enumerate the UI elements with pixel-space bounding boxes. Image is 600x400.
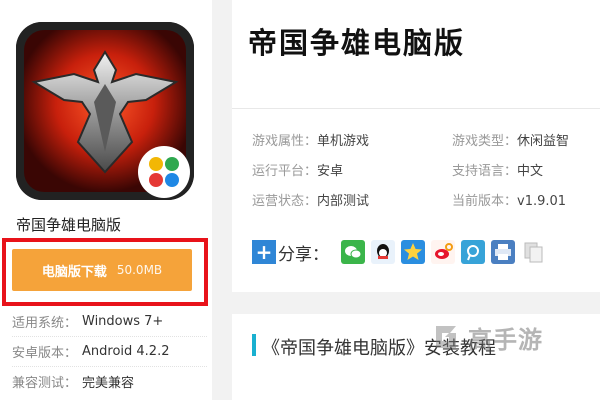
download-label: 电脑版下载: [41, 264, 107, 280]
attr-key: 当前版本：: [452, 194, 518, 209]
attr-key: 游戏类型：: [452, 134, 518, 149]
app-sidebar-card: 帝国争雄电脑版 电脑版下载 50.0MB 适用系统： Windows 7+ 安卓…: [0, 0, 212, 400]
app-name: 帝国争雄电脑版: [16, 216, 122, 234]
wechat-icon[interactable]: [341, 240, 365, 264]
spec-key: 安卓版本：: [12, 346, 78, 361]
spec-list: 适用系统： Windows 7+ 安卓版本： Android 4.2.2 兼容测…: [12, 306, 207, 396]
attr-key: 运行平台：: [252, 164, 318, 179]
share-label: 分享：: [278, 244, 329, 265]
download-size: 50.0MB: [116, 263, 163, 277]
attr-language: 支持语言：中文: [452, 160, 543, 179]
share-plus-icon[interactable]: +: [252, 240, 276, 264]
watermark-logo-icon: [436, 326, 456, 348]
qzone-icon[interactable]: [401, 240, 425, 264]
attr-key: 支持语言：: [452, 164, 518, 179]
spec-key: 适用系统：: [12, 315, 78, 331]
print-icon[interactable]: [491, 240, 515, 264]
divider: [232, 108, 600, 109]
spec-value: 完美兼容: [82, 376, 135, 391]
page-title: 帝国争雄电脑版: [248, 26, 466, 60]
attr-game-type: 游戏类型：休闲益智: [452, 130, 569, 149]
qq-icon[interactable]: [371, 240, 395, 264]
attr-key: 游戏属性：: [252, 134, 318, 149]
spec-value: Android 4.2.2: [82, 344, 170, 359]
spec-row-android: 安卓版本： Android 4.2.2: [12, 336, 207, 366]
spec-row-compat: 兼容测试： 完美兼容: [12, 366, 207, 396]
attr-game-property: 游戏属性：单机游戏: [252, 130, 369, 149]
attr-version: 当前版本：v1.9.01: [452, 190, 566, 209]
weibo-icon[interactable]: [431, 240, 455, 264]
attr-value: 单机游戏: [317, 134, 370, 149]
watermark-text: 高手游: [468, 325, 543, 354]
download-button[interactable]: 电脑版下载 50.0MB: [12, 249, 192, 291]
tencent-weibo-icon[interactable]: [461, 240, 485, 264]
app-info-card: 帝国争雄电脑版 游戏属性：单机游戏 游戏类型：休闲益智 运行平台：安卓 支持语言…: [232, 0, 600, 292]
tutorial-section: 《帝国争雄电脑版》安装教程 高手游: [232, 314, 600, 400]
section-accent-bar: [252, 334, 256, 356]
watermark: 高手游: [432, 318, 592, 356]
attr-key: 运营状态：: [252, 194, 318, 209]
copy-icon[interactable]: [521, 240, 545, 264]
spec-key: 兼容测试：: [12, 376, 78, 391]
attr-status: 运营状态：内部测试: [252, 190, 369, 209]
spec-value: Windows 7+: [82, 313, 164, 329]
attr-value: 休闲益智: [517, 134, 570, 149]
app-icon: [16, 22, 194, 200]
spec-row-os: 适用系统： Windows 7+: [12, 306, 207, 336]
attr-value: 中文: [517, 164, 544, 179]
attr-platform: 运行平台：安卓: [252, 160, 343, 179]
attr-value: 内部测试: [317, 194, 370, 209]
attr-value: v1.9.01: [517, 194, 567, 209]
attr-value: 安卓: [317, 164, 344, 179]
share-bar: + 分享：: [252, 238, 551, 266]
